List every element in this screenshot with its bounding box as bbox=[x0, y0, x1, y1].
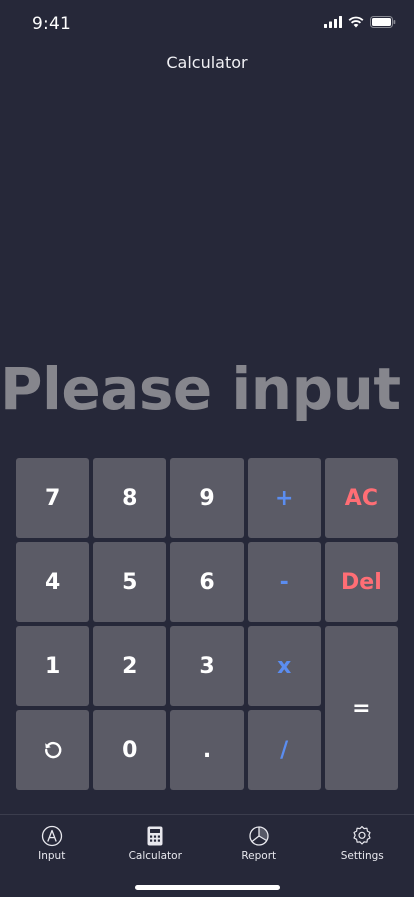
tab-settings[interactable]: Settings bbox=[311, 815, 414, 897]
key-1[interactable]: 1 bbox=[16, 626, 89, 706]
undo-icon bbox=[42, 739, 64, 761]
key-equals[interactable]: = bbox=[325, 626, 398, 790]
key-2[interactable]: 2 bbox=[93, 626, 166, 706]
key-5[interactable]: 5 bbox=[93, 542, 166, 622]
key-7[interactable]: 7 bbox=[16, 458, 89, 538]
key-decimal[interactable]: . bbox=[170, 710, 243, 790]
tab-label-calculator: Calculator bbox=[129, 850, 182, 862]
calculator-icon bbox=[144, 825, 166, 847]
gear-icon bbox=[351, 825, 373, 847]
pie-chart-icon bbox=[248, 825, 270, 847]
key-delete[interactable]: Del bbox=[325, 542, 398, 622]
key-divide[interactable]: / bbox=[248, 710, 321, 790]
key-all-clear[interactable]: AC bbox=[325, 458, 398, 538]
page-title: Calculator bbox=[0, 53, 414, 72]
key-multiply[interactable]: x bbox=[248, 626, 321, 706]
key-0[interactable]: 0 bbox=[93, 710, 166, 790]
keypad: 7 8 9 + AC 4 5 6 - Del 1 2 3 x = 0 . / bbox=[16, 458, 398, 790]
key-undo[interactable] bbox=[16, 710, 89, 790]
pen-circle-icon bbox=[41, 825, 63, 847]
key-minus[interactable]: - bbox=[248, 542, 321, 622]
status-bar: 9:41 bbox=[0, 0, 414, 48]
calculator-display: Please input bbox=[0, 355, 398, 423]
key-6[interactable]: 6 bbox=[170, 542, 243, 622]
tab-label-settings: Settings bbox=[341, 850, 384, 862]
key-3[interactable]: 3 bbox=[170, 626, 243, 706]
key-plus[interactable]: + bbox=[248, 458, 321, 538]
signal-icon bbox=[324, 16, 342, 28]
battery-icon bbox=[370, 16, 396, 28]
tab-input[interactable]: Input bbox=[0, 815, 104, 897]
key-4[interactable]: 4 bbox=[16, 542, 89, 622]
key-9[interactable]: 9 bbox=[170, 458, 243, 538]
status-icons bbox=[324, 16, 396, 28]
home-indicator bbox=[135, 885, 280, 890]
wifi-icon bbox=[348, 16, 364, 28]
key-8[interactable]: 8 bbox=[93, 458, 166, 538]
tab-label-input: Input bbox=[38, 850, 65, 862]
status-time: 9:41 bbox=[32, 14, 71, 34]
tab-label-report: Report bbox=[241, 850, 276, 862]
